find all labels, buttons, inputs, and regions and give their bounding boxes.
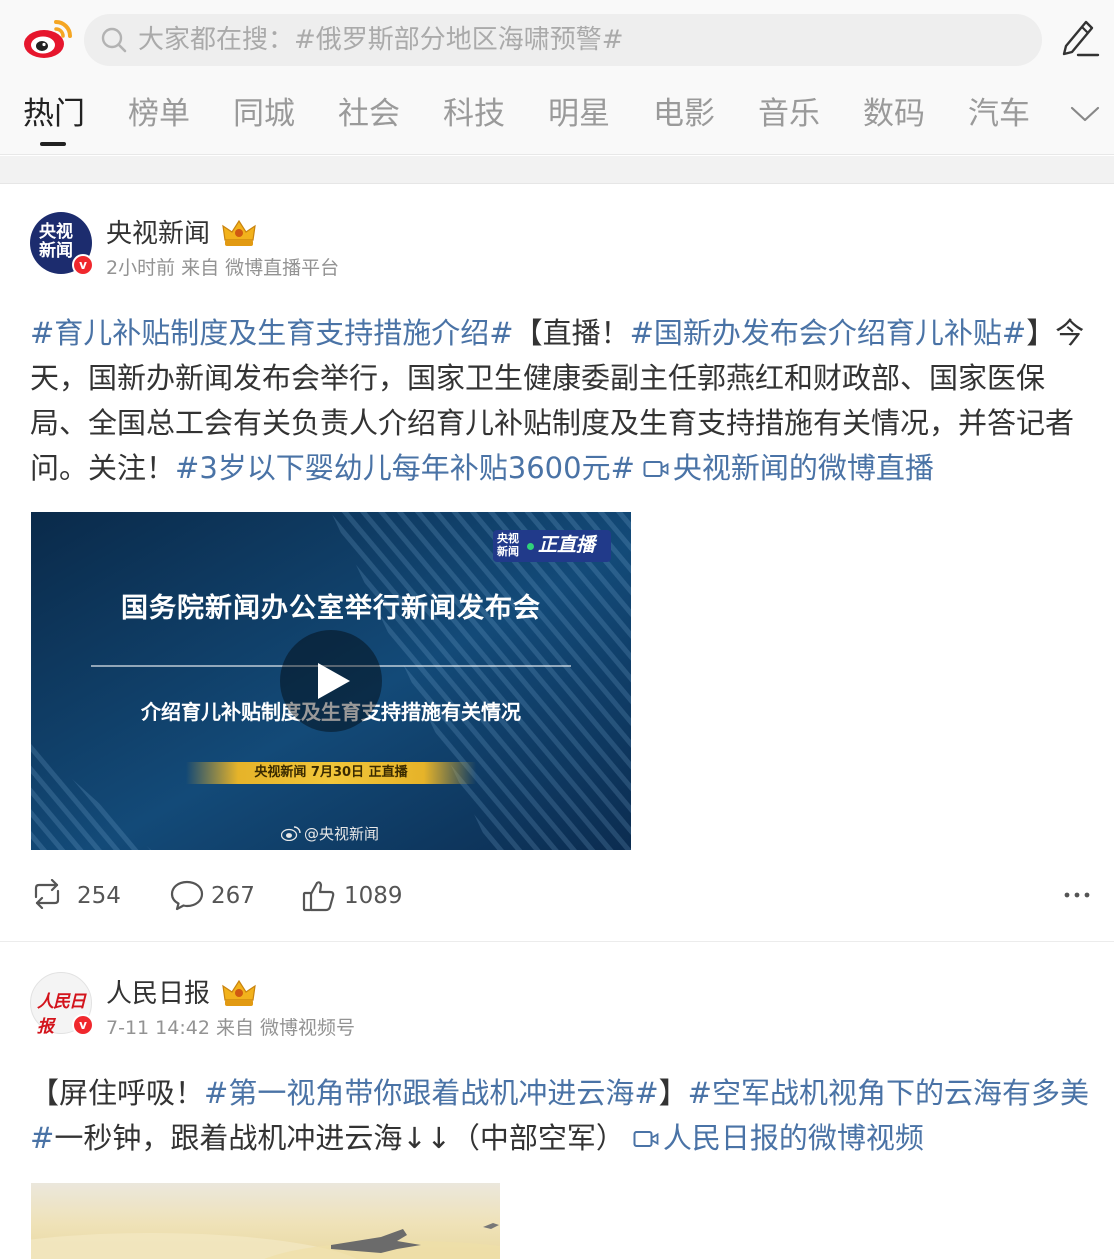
video-date-ribbon: 央视新闻 7月30日 正直播 (186, 762, 476, 784)
username[interactable]: 人民日报 (106, 978, 210, 1010)
compose-icon[interactable] (1058, 16, 1100, 58)
fighter-jet-image (31, 1223, 500, 1259)
tab-society[interactable]: 社会 (338, 94, 400, 134)
post-text-segment: 一秒钟，跟着战机冲进云海↓↓（中部空军） (54, 1121, 625, 1155)
tab-stars[interactable]: 明星 (548, 94, 610, 134)
verified-badge-icon: v (72, 1014, 94, 1036)
chevron-down-icon[interactable] (1068, 102, 1102, 126)
live-label: 正直播 (538, 534, 596, 556)
tab-movies[interactable]: 电影 (653, 94, 715, 134)
tab-tech[interactable]: 科技 (443, 94, 505, 134)
comment-button[interactable]: 267 (170, 871, 270, 921)
thumbs-up-icon (302, 881, 335, 912)
avatar-text-line-1: 央视 (39, 222, 73, 242)
video-link[interactable]: 人民日报的微博视频 (663, 1121, 924, 1155)
post-video-thumbnail[interactable] (31, 1183, 500, 1259)
watermark-text: @央视新闻 (304, 825, 380, 843)
hashtag-link[interactable]: #第一视角带你跟着战机冲进云海# (204, 1076, 659, 1110)
feed-post: 人民日报 v 人民日报 7-11 14:42 来自 微博视频号 【屏住呼吸！#第… (0, 943, 1114, 1259)
play-icon (318, 663, 350, 699)
post-meta: 7-11 14:42 来自 微博视频号 (106, 1017, 355, 1039)
comment-count: 267 (211, 883, 255, 909)
tab-digital[interactable]: 数码 (863, 94, 925, 134)
weibo-watermark-icon (281, 826, 301, 841)
post-text: #育儿补贴制度及生育支持措施介绍#【直播！#国新办发布会介绍育儿补贴#】今天，国… (30, 311, 1100, 491)
search-placeholder: 大家都在搜：#俄罗斯部分地区海啸预警# (138, 25, 624, 55)
live-source-line-2: 新闻 (497, 545, 519, 558)
tab-cars[interactable]: 汽车 (968, 94, 1030, 134)
live-dot-icon (527, 543, 534, 550)
channel-tabs: 热门 榜单 同城 社会 科技 明星 电影 音乐 数码 汽车 (0, 88, 1114, 148)
username[interactable]: 央视新闻 (106, 218, 210, 250)
live-video-icon (643, 461, 669, 477)
crown-badge-icon[interactable] (221, 978, 257, 1010)
search-input[interactable]: 大家都在搜：#俄罗斯部分地区海啸预警# (84, 14, 1042, 66)
verified-badge-icon: v (72, 254, 94, 276)
video-player[interactable]: 央视 新闻 正直播 国务院新闻办公室举行新闻发布会 介绍育儿补贴制度及生育支持措… (31, 512, 631, 850)
feed-post: 央视 新闻 v 央视新闻 2小时前 来自 微博直播平台 #育儿补贴制度及生育支持… (0, 185, 1114, 942)
more-options-icon[interactable] (1064, 891, 1090, 899)
repost-button[interactable]: 254 (30, 871, 130, 921)
post-meta: 2小时前 来自 微博直播平台 (106, 257, 340, 279)
play-button[interactable] (280, 630, 382, 732)
tab-hot[interactable]: 热门 (23, 94, 85, 134)
post-text-segment: 【屏住呼吸！ (30, 1076, 205, 1110)
hashtag-link[interactable]: #国新办发布会介绍育儿补贴# (630, 316, 1027, 350)
repost-icon (34, 879, 60, 909)
hashtag-link[interactable]: #3岁以下婴幼儿每年补贴3600元# (175, 451, 635, 485)
live-stream-link[interactable]: 央视新闻的微博直播 (673, 451, 934, 485)
tab-rankings[interactable]: 榜单 (128, 94, 190, 134)
top-bar: 大家都在搜：#俄罗斯部分地区海啸预警# 热门 榜单 同城 社会 科技 明星 电影… (0, 0, 1114, 155)
post-actions: 254 267 1089 (0, 871, 1114, 921)
search-icon (101, 27, 127, 53)
active-tab-indicator (40, 142, 66, 146)
hashtag-link[interactable]: #育儿补贴制度及生育支持措施介绍# (30, 316, 514, 350)
like-button[interactable]: 1089 (302, 871, 412, 921)
repost-count: 254 (77, 883, 121, 909)
crown-badge-icon[interactable] (221, 218, 257, 250)
tab-local[interactable]: 同城 (233, 94, 295, 134)
comment-icon (170, 880, 204, 911)
feed-divider (0, 156, 1114, 184)
tab-music[interactable]: 音乐 (758, 94, 820, 134)
video-date-text: 央视新闻 7月30日 正直播 (254, 765, 408, 780)
post-text: 【屏住呼吸！#第一视角带你跟着战机冲进云海#】#空军战机视角下的云海有多美#一秒… (30, 1071, 1100, 1161)
video-icon (633, 1131, 659, 1147)
weibo-logo-icon[interactable] (22, 18, 74, 60)
live-source-line-1: 央视 (497, 532, 519, 545)
post-text-segment: 】 (658, 1076, 688, 1110)
like-count: 1089 (344, 883, 403, 909)
live-badge: 央视 新闻 正直播 (493, 530, 611, 562)
video-watermark: @央视新闻 (281, 825, 379, 843)
post-text-segment: 【直播！ (513, 316, 630, 350)
avatar-text-line-2: 新闻 (39, 241, 73, 261)
video-title: 国务院新闻办公室举行新闻发布会 (121, 593, 541, 624)
